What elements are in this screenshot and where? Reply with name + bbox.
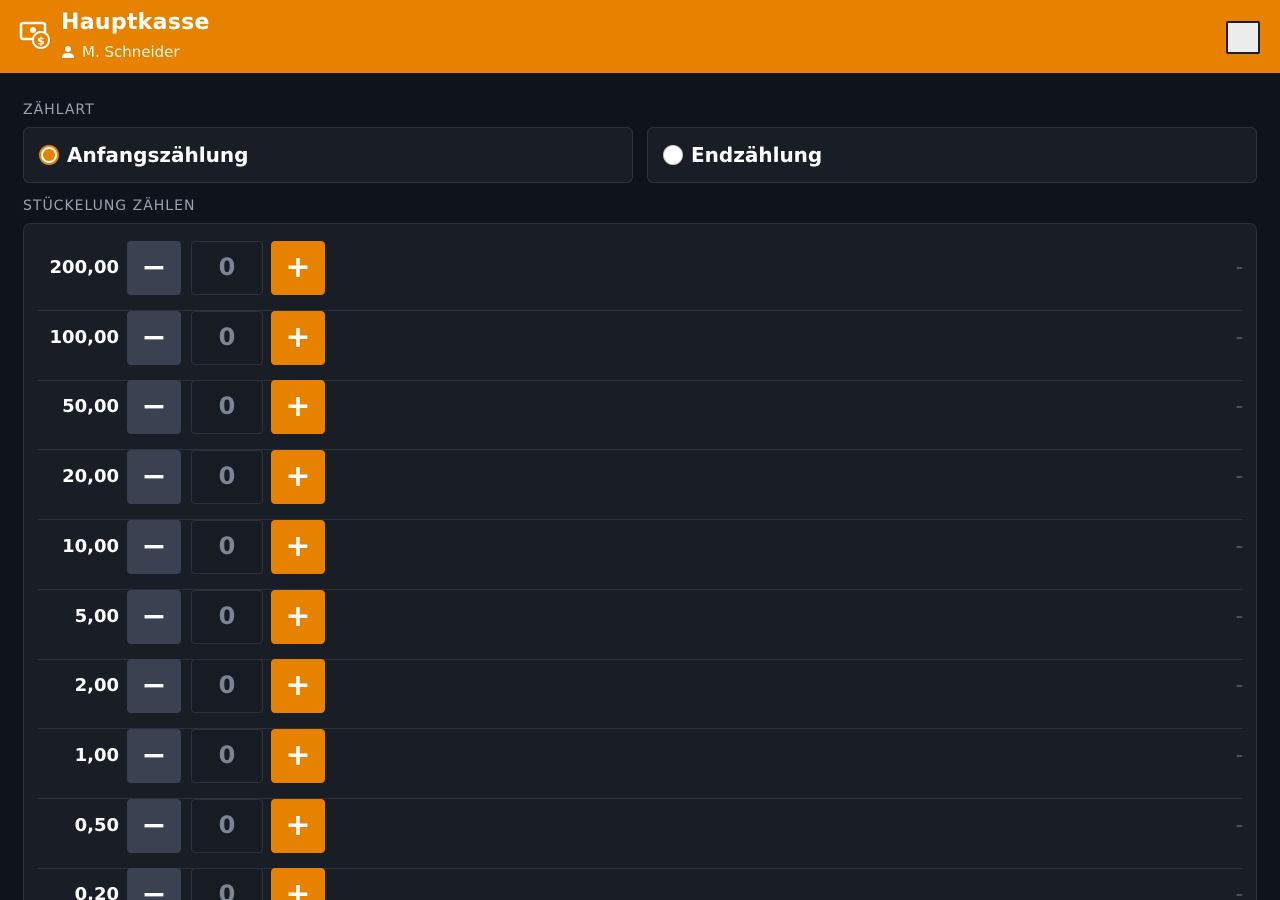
mode-label-opening: Anfangszählung	[67, 143, 249, 167]
denomination-value: 50,00	[62, 396, 119, 418]
denomination-value: 200,00	[49, 257, 119, 278]
current-user: M. Schneider	[61, 42, 180, 62]
decrement-button[interactable]: −	[127, 380, 181, 435]
row-subtotal: –	[1236, 608, 1243, 625]
denomination-value: 0,50	[74, 814, 119, 836]
row-subtotal: –	[1236, 747, 1243, 764]
row-subtotal: –	[1236, 399, 1243, 416]
denomination-row: 0,50−0 + –	[38, 798, 1243, 869]
increment-button[interactable]: +	[271, 380, 325, 435]
increment-button[interactable]: +	[271, 450, 325, 505]
mode-label-closing: Endzählung	[691, 143, 823, 167]
denomination-row: 20,00−0 + –	[38, 450, 1243, 521]
count-type-label: ZÄHLART	[23, 102, 95, 118]
count-input[interactable]: 0	[191, 380, 263, 435]
denomination-row: 5,00−0 + –	[38, 589, 1243, 660]
row-subtotal: –	[1236, 887, 1243, 900]
increment-button[interactable]: +	[271, 798, 325, 853]
increment-button[interactable]: +	[271, 241, 325, 295]
count-input[interactable]: 0	[191, 589, 263, 644]
increment-button[interactable]: +	[271, 728, 325, 783]
denomination-value: 20,00	[62, 466, 119, 488]
denominations-label: STÜCKELUNG ZÄHLEN	[23, 198, 196, 214]
row-subtotal: –	[1236, 260, 1243, 276]
decrement-button[interactable]: −	[127, 659, 181, 714]
denomination-row: 0,20−0 + –	[38, 868, 1243, 900]
denomination-row: 100,00−0 + –	[38, 310, 1243, 381]
count-input[interactable]: 0	[191, 310, 263, 365]
cash-register-icon: $	[19, 21, 50, 49]
denomination-value: 0,20	[74, 884, 119, 900]
row-subtotal: –	[1236, 678, 1243, 695]
increment-button[interactable]: +	[271, 519, 325, 574]
denomination-value: 5,00	[74, 605, 119, 627]
increment-button[interactable]: +	[271, 589, 325, 644]
denomination-value: 10,00	[62, 535, 119, 557]
count-input[interactable]: 0	[191, 450, 263, 505]
decrement-button[interactable]: −	[127, 519, 181, 574]
decrement-button[interactable]: −	[127, 589, 181, 644]
count-input[interactable]: 0	[191, 659, 263, 714]
count-input[interactable]: 0	[191, 868, 263, 900]
decrement-button[interactable]: −	[127, 450, 181, 505]
increment-button[interactable]: +	[271, 868, 325, 900]
denomination-value: 1,00	[74, 744, 119, 766]
denomination-value: 100,00	[49, 326, 119, 348]
count-input[interactable]: 0	[191, 519, 263, 574]
increment-button[interactable]: +	[271, 659, 325, 714]
denomination-value: 2,00	[74, 675, 119, 697]
count-input[interactable]: 0	[191, 798, 263, 853]
row-subtotal: –	[1236, 538, 1243, 555]
row-subtotal: –	[1236, 817, 1243, 834]
denomination-panel: 200,00−0 + –100,00−0 + –50,00−0 + –20,00−0 + –10…	[23, 223, 1257, 900]
decrement-button[interactable]: −	[127, 241, 181, 295]
radio-closing[interactable]	[663, 145, 683, 165]
menu-button[interactable]	[1226, 21, 1260, 54]
increment-button[interactable]: +	[271, 310, 325, 365]
mode-option-closing[interactable]: Endzählung	[647, 127, 1257, 183]
denomination-row: 50,00−0 + –	[38, 380, 1243, 451]
decrement-button[interactable]: −	[127, 868, 181, 900]
denomination-row: 1,00−0 + –	[38, 728, 1243, 799]
user-name: M. Schneider	[82, 43, 180, 61]
denomination-row: 10,00−0 + –	[38, 519, 1243, 590]
decrement-button[interactable]: −	[127, 310, 181, 365]
decrement-button[interactable]: −	[127, 798, 181, 853]
decrement-button[interactable]: −	[127, 728, 181, 783]
count-input[interactable]: 0	[191, 241, 263, 295]
mode-option-opening[interactable]: Anfangszählung	[23, 127, 633, 183]
svg-text:$: $	[37, 35, 45, 48]
person-icon	[62, 46, 74, 58]
app-header: $ Hauptkasse M. Schneider	[0, 0, 1280, 73]
row-subtotal: –	[1236, 329, 1243, 346]
page-title: Hauptkasse	[61, 10, 210, 35]
count-input[interactable]: 0	[191, 728, 263, 783]
row-subtotal: –	[1236, 469, 1243, 486]
denomination-row: 200,00−0 + –	[38, 241, 1243, 311]
denomination-row: 2,00−0 + –	[38, 659, 1243, 730]
radio-opening[interactable]	[39, 145, 59, 165]
